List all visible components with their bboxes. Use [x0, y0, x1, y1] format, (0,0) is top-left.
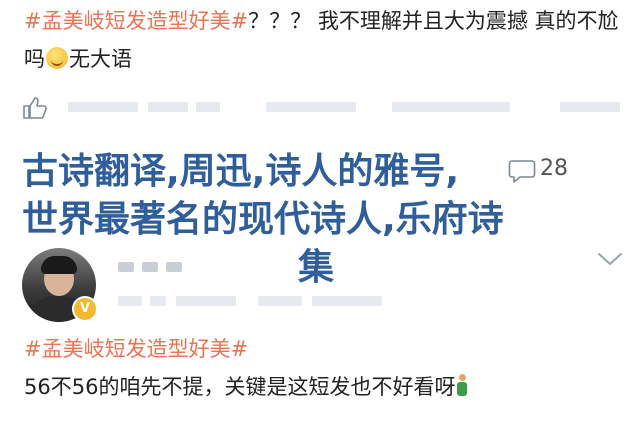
blurred-meta: [118, 296, 142, 306]
blurred-text: [560, 102, 620, 112]
overlay-title-line3: 集: [298, 247, 335, 288]
grimacing-face-icon: [46, 47, 68, 69]
blurred-username: [166, 262, 182, 272]
blurred-meta: [176, 296, 236, 306]
thumbs-up-icon[interactable]: [22, 96, 48, 120]
comment-hashtag-line: #孟美岐短发造型好美#: [24, 330, 624, 368]
overlay-title-line1: 古诗翻译,周迅,诗人的雅号,: [22, 151, 460, 192]
blurred-meta: [258, 296, 302, 306]
hashtag-link[interactable]: #孟美岐短发造型好美#: [24, 337, 248, 361]
person-kneeling-icon: [455, 374, 469, 398]
post-text: #孟美岐短发造型好美#？？？ 我不理解并且大为震撼 真的不尬吗 无大语: [24, 2, 624, 78]
comment-body: 56不56的咱先不提，关键是这短发也不好看呀: [24, 375, 456, 399]
overlay-title-line2: 世界最著名的现代诗人,乐府诗: [22, 199, 504, 240]
post-text-tail: 无大语: [69, 47, 132, 71]
blurred-meta: [150, 296, 166, 306]
comment-text: 56不56的咱先不提，关键是这短发也不好看呀: [24, 368, 624, 406]
blurred-meta: [312, 296, 382, 306]
blurred-text: [266, 102, 356, 112]
blurred-text: [68, 102, 138, 112]
blurred-text: [392, 102, 510, 112]
avatar-hair: [41, 256, 77, 274]
blurred-text: [196, 102, 220, 112]
blurred-text: [148, 102, 188, 112]
blurred-username: [142, 262, 158, 272]
chevron-down-icon[interactable]: [596, 250, 624, 268]
overlay-title: 古诗翻译,周迅,诗人的雅号, 世界最著名的现代诗人,乐府诗 集: [22, 148, 622, 292]
hashtag-link[interactable]: #孟美岐短发造型好美#: [24, 9, 248, 33]
verified-badge-icon: V: [72, 296, 98, 322]
blurred-username: [118, 262, 134, 272]
